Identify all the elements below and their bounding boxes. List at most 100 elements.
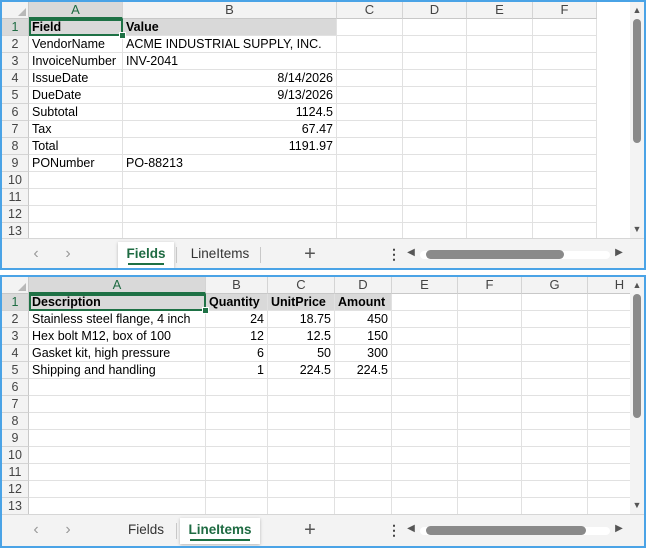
cell-d9[interactable] — [335, 430, 392, 447]
cell-c12[interactable] — [337, 206, 403, 223]
cell-c6[interactable] — [268, 379, 335, 396]
cell-f6[interactable] — [458, 379, 522, 396]
cell-d7[interactable] — [335, 396, 392, 413]
cell-c7[interactable] — [337, 121, 403, 138]
column-header-b[interactable]: B — [123, 2, 337, 19]
cell-b13[interactable] — [206, 498, 268, 515]
cell-e2[interactable] — [392, 311, 458, 328]
cell-b9[interactable] — [206, 430, 268, 447]
cell-a12[interactable] — [29, 481, 206, 498]
cell-e8[interactable] — [392, 413, 458, 430]
row-header-8[interactable]: 8 — [2, 413, 29, 430]
cell-c8[interactable] — [337, 138, 403, 155]
cell-c10[interactable] — [268, 447, 335, 464]
cell-b6[interactable] — [206, 379, 268, 396]
cell-d2[interactable]: 450 — [335, 311, 392, 328]
cell-e13[interactable] — [392, 498, 458, 515]
cell-g9[interactable] — [522, 430, 588, 447]
plus-icon[interactable]: + — [300, 243, 320, 266]
cell-b11[interactable] — [123, 189, 337, 206]
cell-g7[interactable] — [522, 396, 588, 413]
cell-a6[interactable] — [29, 379, 206, 396]
cell-c13[interactable] — [268, 498, 335, 515]
row-header-3[interactable]: 3 — [2, 328, 29, 345]
cell-d12[interactable] — [335, 481, 392, 498]
cell-a2[interactable]: Stainless steel flange, 4 inch — [29, 311, 206, 328]
cell-f12[interactable] — [458, 481, 522, 498]
row-header-5[interactable]: 5 — [2, 362, 29, 379]
cell-d11[interactable] — [403, 189, 467, 206]
cell-e5[interactable] — [467, 87, 533, 104]
tab-lineitems[interactable]: LineItems — [180, 518, 260, 544]
row-header-8[interactable]: 8 — [2, 138, 29, 155]
cell-c6[interactable] — [337, 104, 403, 121]
column-header-a[interactable]: A — [29, 277, 206, 294]
cell-a3[interactable]: InvoiceNumber — [29, 53, 123, 70]
cell-f1[interactable] — [533, 19, 597, 36]
cell-f7[interactable] — [458, 396, 522, 413]
vertical-scroll-thumb[interactable] — [633, 294, 641, 418]
cell-b8[interactable]: 1191.97 — [123, 138, 337, 155]
plus-icon[interactable]: + — [300, 519, 320, 542]
cell-f10[interactable] — [533, 172, 597, 189]
row-header-4[interactable]: 4 — [2, 70, 29, 87]
cell-c3[interactable] — [337, 53, 403, 70]
cell-b4[interactable]: 6 — [206, 345, 268, 362]
cell-g6[interactable] — [522, 379, 588, 396]
horizontal-scroll-thumb[interactable] — [426, 526, 586, 535]
cell-e1[interactable] — [467, 19, 533, 36]
cell-f5[interactable] — [458, 362, 522, 379]
cell-d10[interactable] — [403, 172, 467, 189]
cell-f9[interactable] — [458, 430, 522, 447]
cell-e1[interactable] — [392, 294, 458, 311]
cell-e4[interactable] — [392, 345, 458, 362]
cell-c2[interactable] — [337, 36, 403, 53]
column-header-f[interactable]: F — [533, 2, 597, 19]
row-header-6[interactable]: 6 — [2, 104, 29, 121]
column-header-d[interactable]: D — [403, 2, 467, 19]
cell-g11[interactable] — [522, 464, 588, 481]
cell-c1[interactable] — [337, 19, 403, 36]
cell-c10[interactable] — [337, 172, 403, 189]
cell-e6[interactable] — [392, 379, 458, 396]
cell-d6[interactable] — [335, 379, 392, 396]
cell-b12[interactable] — [206, 481, 268, 498]
cell-c2[interactable]: 18.75 — [268, 311, 335, 328]
cell-f12[interactable] — [533, 206, 597, 223]
cell-c12[interactable] — [268, 481, 335, 498]
cell-e10[interactable] — [467, 172, 533, 189]
cell-c9[interactable] — [268, 430, 335, 447]
column-header-e[interactable]: E — [392, 277, 458, 294]
cell-a1[interactable]: Description — [29, 294, 206, 311]
cell-c5[interactable] — [337, 87, 403, 104]
row-header-13[interactable]: 13 — [2, 498, 29, 515]
cell-c4[interactable] — [337, 70, 403, 87]
row-header-1[interactable]: 1 — [2, 294, 29, 311]
cell-f2[interactable] — [533, 36, 597, 53]
scroll-down-icon[interactable]: ▼ — [630, 224, 644, 234]
scroll-right-icon[interactable]: ▶ — [614, 523, 624, 537]
cell-b3[interactable]: 12 — [206, 328, 268, 345]
cell-e2[interactable] — [467, 36, 533, 53]
cell-a4[interactable]: IssueDate — [29, 70, 123, 87]
vertical-scrollbar[interactable]: ▲ ▼ — [630, 2, 644, 238]
cell-e10[interactable] — [392, 447, 458, 464]
cell-e7[interactable] — [467, 121, 533, 138]
cell-f10[interactable] — [458, 447, 522, 464]
cell-d4[interactable]: 300 — [335, 345, 392, 362]
cell-b5[interactable]: 1 — [206, 362, 268, 379]
cell-b4[interactable]: 8/14/2026 — [123, 70, 337, 87]
cell-a5[interactable]: DueDate — [29, 87, 123, 104]
chevron-right-icon[interactable]: › — [60, 245, 76, 263]
cell-b7[interactable]: 67.47 — [123, 121, 337, 138]
column-header-d[interactable]: D — [335, 277, 392, 294]
cell-a9[interactable] — [29, 430, 206, 447]
scroll-left-icon[interactable]: ◀ — [406, 247, 416, 261]
select-all-corner[interactable] — [2, 277, 29, 294]
cell-a1[interactable]: Field — [29, 19, 123, 36]
cell-f8[interactable] — [533, 138, 597, 155]
cell-c1[interactable]: UnitPrice — [268, 294, 335, 311]
cell-f8[interactable] — [458, 413, 522, 430]
cell-f6[interactable] — [533, 104, 597, 121]
cell-e11[interactable] — [467, 189, 533, 206]
